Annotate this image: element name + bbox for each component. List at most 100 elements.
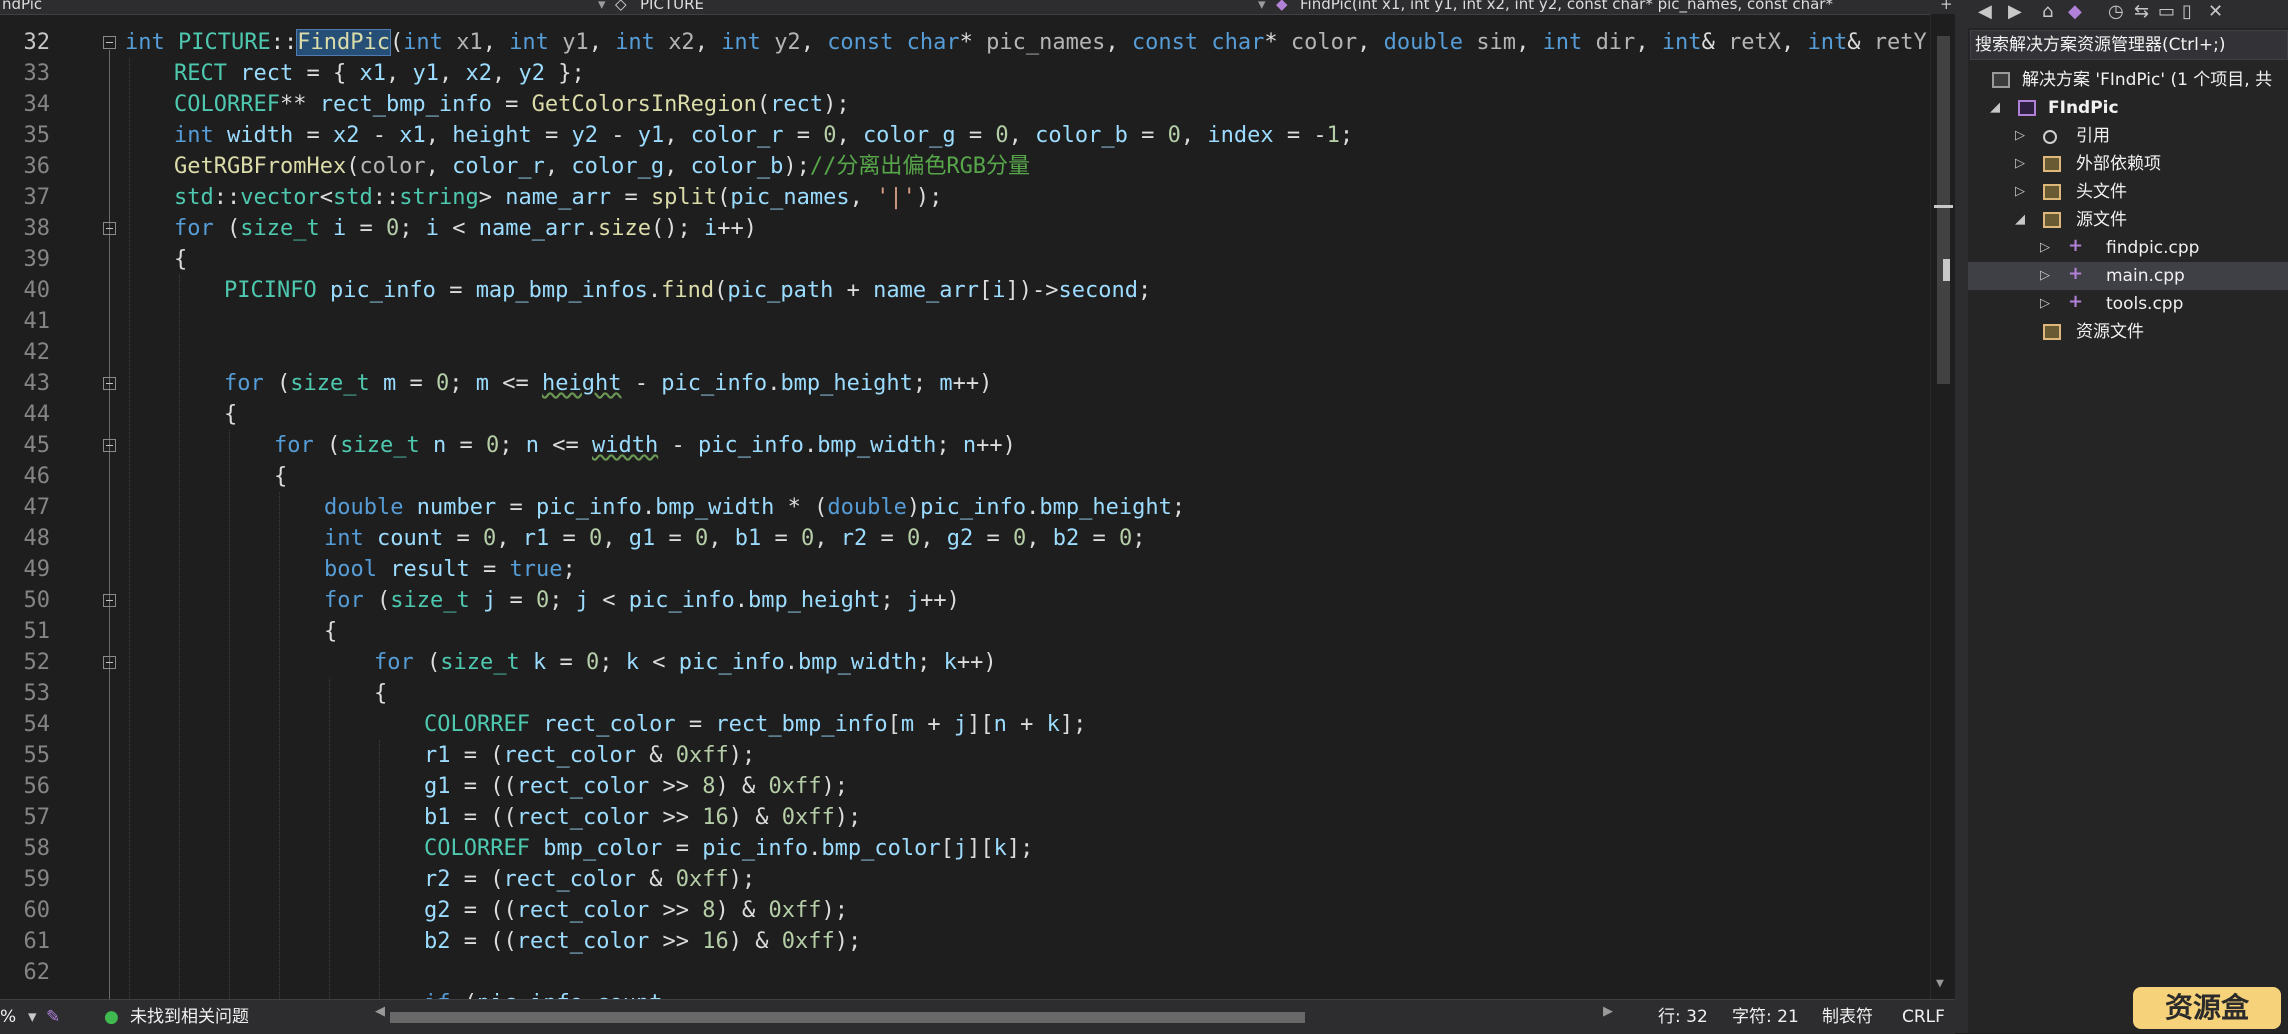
line-number: 52 [23, 650, 51, 675]
scroll-down-arrow-icon[interactable]: ▼ [1936, 976, 1944, 991]
tree-item-project[interactable]: ◢ FIndPic [1968, 94, 2288, 122]
line-number: 38 [23, 216, 51, 241]
tree-item-file[interactable]: ▷ + tools.cpp [1968, 290, 2288, 318]
code-line: PICINFO pic_info = map_bmp_infos.find(pi… [224, 278, 1152, 303]
collapsed-arrow-icon[interactable]: ▷ [2040, 234, 2050, 262]
line-number: 43 [23, 371, 51, 396]
line-number: 57 [23, 805, 51, 830]
nav-scope-icon: ◇ [615, 0, 627, 13]
back-icon[interactable]: ◀ [1978, 1, 1992, 22]
code-line: double number = pic_info.bmp_width * (do… [324, 495, 1186, 520]
code-line: RECT rect = { x1, y1, x2, y2 }; [174, 61, 585, 86]
code-line: { [274, 464, 288, 489]
zoom-level[interactable]: % [0, 1000, 16, 1034]
tree-item-resources[interactable]: 资源文件 [1968, 318, 2288, 346]
code-line: { [224, 402, 238, 427]
tree-item-headers[interactable]: ▷ 头文件 [1968, 178, 2288, 206]
code-line: COLORREF rect_color = rect_bmp_info[m + … [424, 712, 1087, 737]
split-add-icon[interactable]: + [1940, 0, 1953, 13]
horizontal-scrollbar[interactable]: ◀ ▶ [375, 1004, 1615, 1026]
status-ok-icon: ● [104, 1007, 119, 1027]
fold-toggle-icon[interactable] [103, 36, 116, 49]
line-ending[interactable]: CRLF [1902, 1000, 1945, 1034]
line-number: 49 [23, 557, 51, 582]
vertical-scroll-thumb[interactable] [1937, 36, 1950, 384]
fold-toggle-icon[interactable] [103, 439, 116, 452]
cpp-file-icon: + [2068, 263, 2084, 284]
code-editor[interactable]: ndPic ▾ ◇ PICTURE ▾ ◆ FindPic(int x1, in… [0, 0, 1955, 1033]
filter-folder-icon [2043, 184, 2061, 200]
code-line: r1 = (rect_color & 0xff); [424, 743, 756, 768]
fold-toggle-icon[interactable] [103, 594, 116, 607]
code-line: for (size_t m = 0; m <= height - pic_inf… [224, 371, 993, 396]
tree-item-external-deps[interactable]: ▷ 外部依赖项 [1968, 150, 2288, 178]
scroll-caret-marker [1943, 259, 1950, 281]
home-icon[interactable]: ⌂ [2042, 1, 2053, 22]
cpp-file-icon: + [2068, 235, 2084, 256]
code-line: r2 = (rect_color & 0xff); [424, 867, 756, 892]
line-number: 54 [23, 712, 51, 737]
code-line: g1 = ((rect_color >> 8) & 0xff); [424, 774, 848, 799]
code-line: { [324, 619, 338, 644]
line-number: 47 [23, 495, 51, 520]
code-area[interactable]: int PICTURE::FindPic(int x1, int y1, int… [125, 14, 1930, 999]
vertical-scrollbar[interactable] [1930, 14, 1955, 999]
expanded-arrow-icon[interactable]: ◢ [1990, 94, 2000, 122]
copy-icon[interactable]: ▯ [2182, 1, 2192, 22]
tree-item-file-selected[interactable]: ▷ + main.cpp [1968, 262, 2288, 290]
line-number: 58 [23, 836, 51, 861]
scroll-right-arrow-icon[interactable]: ▶ [1603, 1004, 1613, 1019]
line-number: 56 [23, 774, 51, 799]
collapsed-arrow-icon[interactable]: ▷ [2015, 178, 2025, 206]
tree-item-solution[interactable]: 解决方案 'FIndPic' (1 个项目, 共 [1968, 66, 2288, 94]
tree-item-file[interactable]: ▷ + findpic.cpp [1968, 234, 2288, 262]
collapsed-arrow-icon[interactable]: ▷ [2040, 290, 2050, 318]
line-number: 48 [23, 526, 51, 551]
code-line: b1 = ((rect_color >> 16) & 0xff); [424, 805, 862, 830]
settings-icon[interactable]: ✕ [2208, 1, 2223, 22]
nav-project-dropdown[interactable]: ndPic [2, 0, 42, 13]
cursor-line[interactable]: 行: 32 [1658, 1000, 1708, 1034]
copilot-icon[interactable]: ✎ [46, 1000, 60, 1034]
collapsed-arrow-icon[interactable]: ▷ [2015, 150, 2025, 178]
issues-status[interactable]: 未找到相关问题 [130, 1000, 249, 1034]
line-number: 35 [23, 123, 51, 148]
collapse-icon[interactable]: ▭ [2158, 1, 2175, 22]
code-line: b2 = ((rect_color >> 16) & 0xff); [424, 929, 862, 954]
history-icon[interactable]: ◷ [2108, 1, 2124, 22]
code-line: GetRGBFromHex(color, color_r, color_g, c… [174, 154, 1031, 179]
navigation-bar: ndPic ▾ ◇ PICTURE ▾ ◆ FindPic(int x1, in… [0, 0, 1955, 15]
filter-folder-icon [2043, 212, 2061, 228]
panel-splitter[interactable] [1955, 0, 1968, 1033]
nav-member-dropdown[interactable]: FindPic(int x1, int y1, int x2, int y2, … [1300, 0, 1900, 13]
line-number: 39 [23, 247, 51, 272]
vs-icon[interactable]: ◆ [2068, 1, 2082, 22]
line-number: 46 [23, 464, 51, 489]
code-line: COLORREF** rect_bmp_info = GetColorsInRe… [174, 92, 850, 117]
tree-item-references[interactable]: ▷ 引用 [1968, 122, 2288, 150]
tree-item-sources[interactable]: ◢ 源文件 [1968, 206, 2288, 234]
collapsed-arrow-icon[interactable]: ▷ [2040, 262, 2050, 290]
line-number: 34 [23, 92, 51, 117]
sync-icon[interactable]: ⇆ [2134, 1, 2149, 22]
cursor-char[interactable]: 字符: 21 [1732, 1000, 1799, 1034]
code-line: if (pic_info.count ... [424, 988, 715, 999]
fold-toggle-icon[interactable] [103, 656, 116, 669]
fold-toggle-icon[interactable] [103, 377, 116, 390]
line-number: 36 [23, 154, 51, 179]
indent-mode[interactable]: 制表符 [1822, 1000, 1873, 1034]
solution-explorer-toolbar: ◀ ▶ ⌂ ◆ ◷ ⇆ ▭ ▯ ✕ [1968, 0, 2288, 28]
horizontal-scroll-thumb[interactable] [390, 1012, 1305, 1023]
nav-scope-dropdown[interactable]: PICTURE [640, 0, 704, 13]
fold-toggle-icon[interactable] [103, 222, 116, 235]
line-number: 59 [23, 867, 51, 892]
expanded-arrow-icon[interactable]: ◢ [2015, 206, 2025, 234]
zoom-dropdown-icon[interactable]: ▾ [28, 1000, 37, 1034]
forward-icon[interactable]: ▶ [2008, 1, 2022, 22]
solution-search-input[interactable]: 搜索解决方案资源管理器(Ctrl+;) [1970, 30, 2288, 60]
scroll-left-arrow-icon[interactable]: ◀ [375, 1004, 385, 1019]
line-number: 61 [23, 929, 51, 954]
line-number: 50 [23, 588, 51, 613]
collapsed-arrow-icon[interactable]: ▷ [2015, 122, 2025, 150]
code-line: { [174, 247, 188, 272]
